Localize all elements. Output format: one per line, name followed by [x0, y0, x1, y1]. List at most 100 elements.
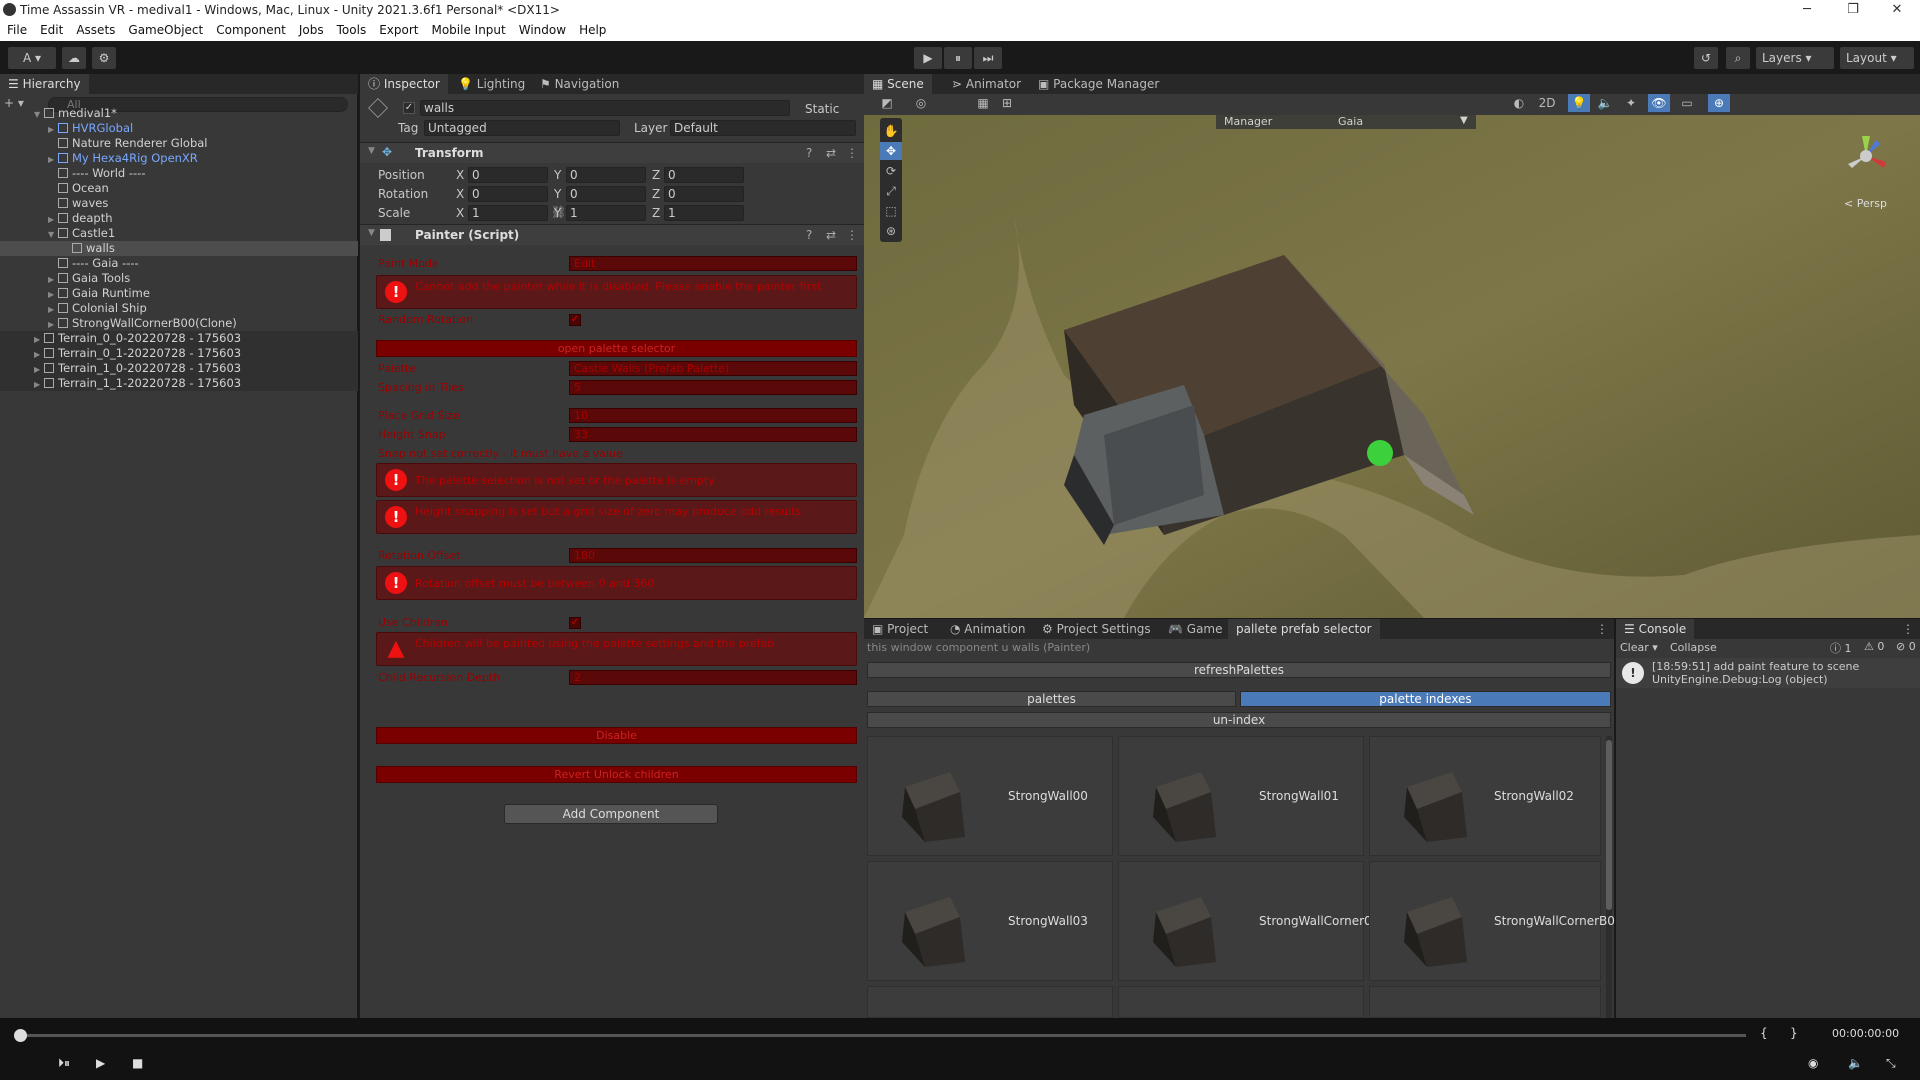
- foldout-arrow-icon[interactable]: ▶: [48, 317, 58, 332]
- hidden-objects-icon[interactable]: 👁: [1648, 94, 1670, 112]
- step-forward-icon[interactable]: ⏵⏸: [58, 1056, 70, 1071]
- menu-component[interactable]: Component: [209, 20, 292, 37]
- scene-viewport[interactable]: [864, 115, 1920, 618]
- help-icon[interactable]: ?: [806, 228, 812, 242]
- stop-icon[interactable]: ■: [132, 1056, 143, 1070]
- disable-button[interactable]: Disable: [376, 727, 857, 744]
- step-button[interactable]: ⏭: [974, 47, 1002, 69]
- hierarchy-item[interactable]: ▶ My Hexa4Rig OpenXR: [0, 151, 358, 166]
- prefab-card[interactable]: [1369, 986, 1601, 1018]
- use-children-checkbox[interactable]: ✓: [569, 617, 581, 629]
- prefab-card[interactable]: [1118, 986, 1364, 1018]
- axis-label[interactable]: X: [456, 168, 464, 182]
- preset-icon[interactable]: ⇄: [826, 146, 836, 160]
- camera-settings-icon[interactable]: ▭: [1676, 94, 1698, 112]
- revert-children-button[interactable]: Revert Unlock children: [376, 766, 857, 783]
- object-name-field[interactable]: walls: [420, 100, 790, 116]
- hierarchy-item[interactable]: ---- Gaia ----: [0, 256, 358, 271]
- menu-edit[interactable]: Edit: [33, 20, 69, 37]
- foldout-arrow-icon[interactable]: ▼: [368, 228, 375, 238]
- rotate-tool-icon[interactable]: ⟳: [880, 162, 902, 180]
- more-options-icon[interactable]: ⋮: [1894, 619, 1920, 639]
- foldout-arrow-icon[interactable]: ▶: [48, 122, 58, 137]
- prefab-card[interactable]: StrongWall02: [1369, 736, 1601, 856]
- foldout-arrow-icon[interactable]: ▶: [34, 362, 44, 377]
- foldout-arrow-icon[interactable]: ▼: [48, 227, 58, 242]
- tag-dropdown[interactable]: Untagged: [424, 120, 620, 136]
- axis-label[interactable]: Z: [652, 206, 660, 220]
- hierarchy-item[interactable]: ---- World ----: [0, 166, 358, 181]
- foldout-arrow-icon[interactable]: ▶: [34, 347, 44, 362]
- place-grid-field[interactable]: 10: [569, 408, 857, 423]
- axis-label[interactable]: Z: [652, 187, 660, 201]
- axis-label[interactable]: Z: [652, 168, 660, 182]
- mode-2d-toggle[interactable]: 2D: [1536, 94, 1558, 112]
- play-button[interactable]: ▶: [914, 47, 942, 69]
- hierarchy-item[interactable]: ▶ Terrain_0_0-20220728 - 175603: [0, 331, 358, 346]
- hierarchy-item[interactable]: ▶ Terrain_0_1-20220728 - 175603: [0, 346, 358, 361]
- tab-package-manager[interactable]: ▣ Package Manager: [1030, 74, 1167, 94]
- marker-close[interactable]: }: [1790, 1026, 1798, 1040]
- collapse-button[interactable]: Collapse: [1670, 641, 1717, 654]
- scale-tool-icon[interactable]: ⤢: [880, 182, 902, 200]
- tab-project-settings[interactable]: ⚙ Project Settings: [1034, 619, 1159, 639]
- info-count-toggle[interactable]: ⓘ 1: [1830, 640, 1852, 656]
- tab-navigation[interactable]: ⚑ Navigation: [532, 74, 627, 94]
- move-tool-icon[interactable]: ✥: [880, 142, 902, 160]
- axis-label[interactable]: Y: [554, 187, 561, 201]
- prefab-card[interactable]: StrongWallCornerB0: [1369, 861, 1615, 981]
- gizmo-orientation-icon[interactable]: ◐: [1508, 94, 1530, 112]
- foldout-arrow-icon[interactable]: ▶: [48, 287, 58, 302]
- child-depth-field[interactable]: 2: [569, 670, 857, 685]
- menu-tools[interactable]: Tools: [330, 20, 373, 37]
- hierarchy-item[interactable]: ▶ HVRGlobal: [0, 121, 358, 136]
- help-icon[interactable]: ?: [806, 146, 812, 160]
- prefab-card[interactable]: StrongWallCorner00: [1118, 861, 1379, 981]
- tab-scene[interactable]: ▦ Scene: [864, 74, 932, 94]
- foldout-arrow-icon[interactable]: ▶: [48, 152, 58, 167]
- menu-window[interactable]: Window: [512, 20, 572, 37]
- foldout-arrow-icon[interactable]: ▶: [48, 212, 58, 227]
- tab-project[interactable]: ▣ Project: [864, 619, 936, 639]
- hierarchy-item[interactable]: walls: [0, 241, 358, 256]
- camera-icon[interactable]: ◉: [1808, 1056, 1818, 1070]
- axis-label[interactable]: X: [456, 187, 464, 201]
- scl-y-field[interactable]: 1: [566, 205, 646, 221]
- menu-assets[interactable]: Assets: [69, 20, 121, 37]
- perspective-label[interactable]: < Persp: [1844, 197, 1887, 210]
- foldout-arrow-icon[interactable]: ▶: [48, 272, 58, 287]
- marker-open[interactable]: {: [1760, 1026, 1768, 1040]
- grid-icon[interactable]: ▦: [972, 94, 994, 112]
- play-icon[interactable]: ▶: [96, 1056, 105, 1070]
- prefab-card[interactable]: StrongWall00: [867, 736, 1113, 856]
- active-checkbox[interactable]: ✓: [403, 102, 415, 114]
- hierarchy-item[interactable]: ▶ deapth: [0, 211, 358, 226]
- foldout-arrow-icon[interactable]: ▶: [48, 302, 58, 317]
- hierarchy-item[interactable]: ▶ Gaia Runtime: [0, 286, 358, 301]
- random-rotation-checkbox[interactable]: ✓: [569, 314, 581, 326]
- gizmos-icon[interactable]: ⊕: [1708, 94, 1730, 112]
- hierarchy-item[interactable]: Ocean: [0, 181, 358, 196]
- search-icon[interactable]: ⌕: [1726, 47, 1750, 69]
- cloud-icon[interactable]: ☁: [62, 47, 86, 69]
- layer-dropdown[interactable]: Default: [670, 120, 856, 136]
- menu-jobs[interactable]: Jobs: [292, 20, 330, 37]
- hand-tool-icon[interactable]: ✋: [880, 122, 902, 140]
- hierarchy-item[interactable]: waves: [0, 196, 358, 211]
- clear-button[interactable]: Clear ▾: [1620, 641, 1658, 654]
- pos-x-field[interactable]: 0: [468, 167, 548, 183]
- rot-y-field[interactable]: 0: [566, 186, 646, 202]
- foldout-arrow-icon[interactable]: ▼: [34, 107, 44, 122]
- menu-mobile-input[interactable]: Mobile Input: [424, 20, 511, 37]
- error-count-toggle[interactable]: ⊘ 0: [1896, 640, 1916, 653]
- collab-icon[interactable]: ⚙: [92, 47, 116, 69]
- foldout-arrow-icon[interactable]: ▶: [34, 332, 44, 347]
- warning-count-toggle[interactable]: ⚠ 0: [1864, 640, 1884, 653]
- rotation-offset-field[interactable]: 180: [569, 548, 857, 563]
- progress-track[interactable]: [20, 1034, 1746, 1037]
- static-checkbox-label[interactable]: Static: [805, 102, 839, 116]
- volume-icon[interactable]: 🔈: [1848, 1056, 1863, 1070]
- open-palette-selector-button[interactable]: open palette selector: [376, 340, 857, 357]
- more-options-icon[interactable]: ⋮: [1588, 619, 1616, 639]
- hierarchy-item[interactable]: ▼ Castle1: [0, 226, 358, 241]
